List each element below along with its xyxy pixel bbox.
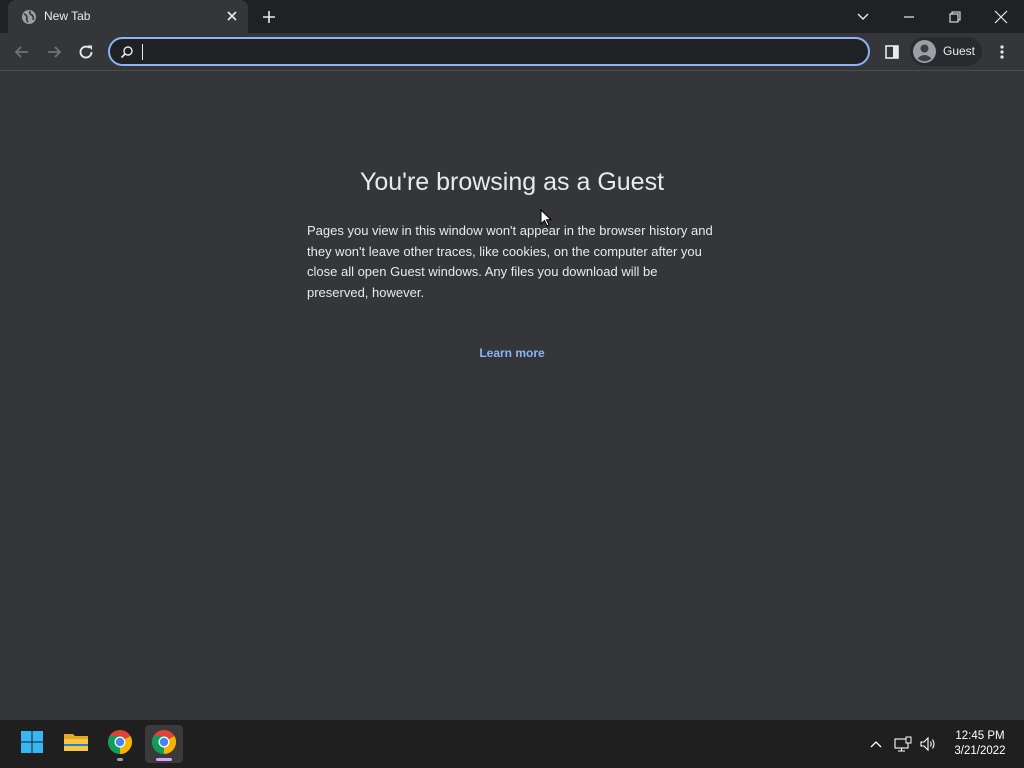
chrome-icon: [107, 729, 133, 760]
side-panel-icon[interactable]: [880, 40, 904, 64]
clock-time: 12:45 PM: [955, 730, 1005, 742]
chrome-icon: [151, 729, 177, 760]
globe-icon: [21, 9, 37, 25]
tab-strip: New Tab: [0, 0, 1024, 33]
toolbar: Guest: [0, 33, 1024, 71]
back-arrow-icon[interactable]: [10, 40, 34, 64]
network-icon[interactable]: [893, 734, 913, 754]
page-content: You're browsing as a Guest Pages you vie…: [0, 71, 1024, 720]
browser-window: New Tab Guest You're browsing as a Guest…: [0, 0, 1024, 720]
guest-description: Pages you view in this window won't appe…: [307, 223, 713, 300]
plus-icon[interactable]: [260, 8, 278, 26]
minimize-icon[interactable]: [886, 0, 932, 33]
clock-date: 3/21/2022: [954, 745, 1006, 757]
chevron-up-icon[interactable]: [866, 734, 886, 754]
tab-new-tab[interactable]: New Tab: [8, 0, 248, 33]
file-explorer-icon: [63, 731, 89, 758]
reload-icon[interactable]: [74, 40, 98, 64]
forward-arrow-icon[interactable]: [42, 40, 66, 64]
search-icon: [120, 45, 134, 59]
profile-label: Guest: [943, 44, 976, 58]
guest-avatar-icon: [913, 40, 936, 63]
taskbar-chrome[interactable]: [101, 725, 139, 763]
text-caret: [142, 44, 143, 60]
kebab-menu-icon[interactable]: [990, 40, 1014, 64]
close-icon[interactable]: [978, 0, 1024, 33]
mouse-cursor-icon: [540, 208, 554, 229]
learn-more-link[interactable]: Learn more: [0, 346, 1024, 360]
running-indicator: [117, 758, 123, 761]
profile-button[interactable]: Guest: [910, 37, 982, 66]
system-clock[interactable]: 12:45 PM 3/21/2022: [946, 729, 1014, 759]
start-button[interactable]: [13, 725, 51, 763]
taskbar: 12:45 PM 3/21/2022: [0, 720, 1024, 768]
address-bar[interactable]: [108, 37, 870, 66]
taskbar-chrome-guest[interactable]: [145, 725, 183, 763]
active-indicator: [156, 758, 172, 761]
restore-icon[interactable]: [932, 0, 978, 33]
taskbar-file-explorer[interactable]: [57, 725, 95, 763]
page-heading: You're browsing as a Guest: [359, 168, 665, 196]
tab-title: New Tab: [44, 9, 91, 23]
volume-icon[interactable]: [918, 734, 938, 754]
address-input[interactable]: [142, 42, 842, 62]
windows-start-icon: [20, 730, 44, 759]
chevron-down-icon[interactable]: [840, 0, 886, 33]
close-icon[interactable]: [224, 8, 240, 24]
